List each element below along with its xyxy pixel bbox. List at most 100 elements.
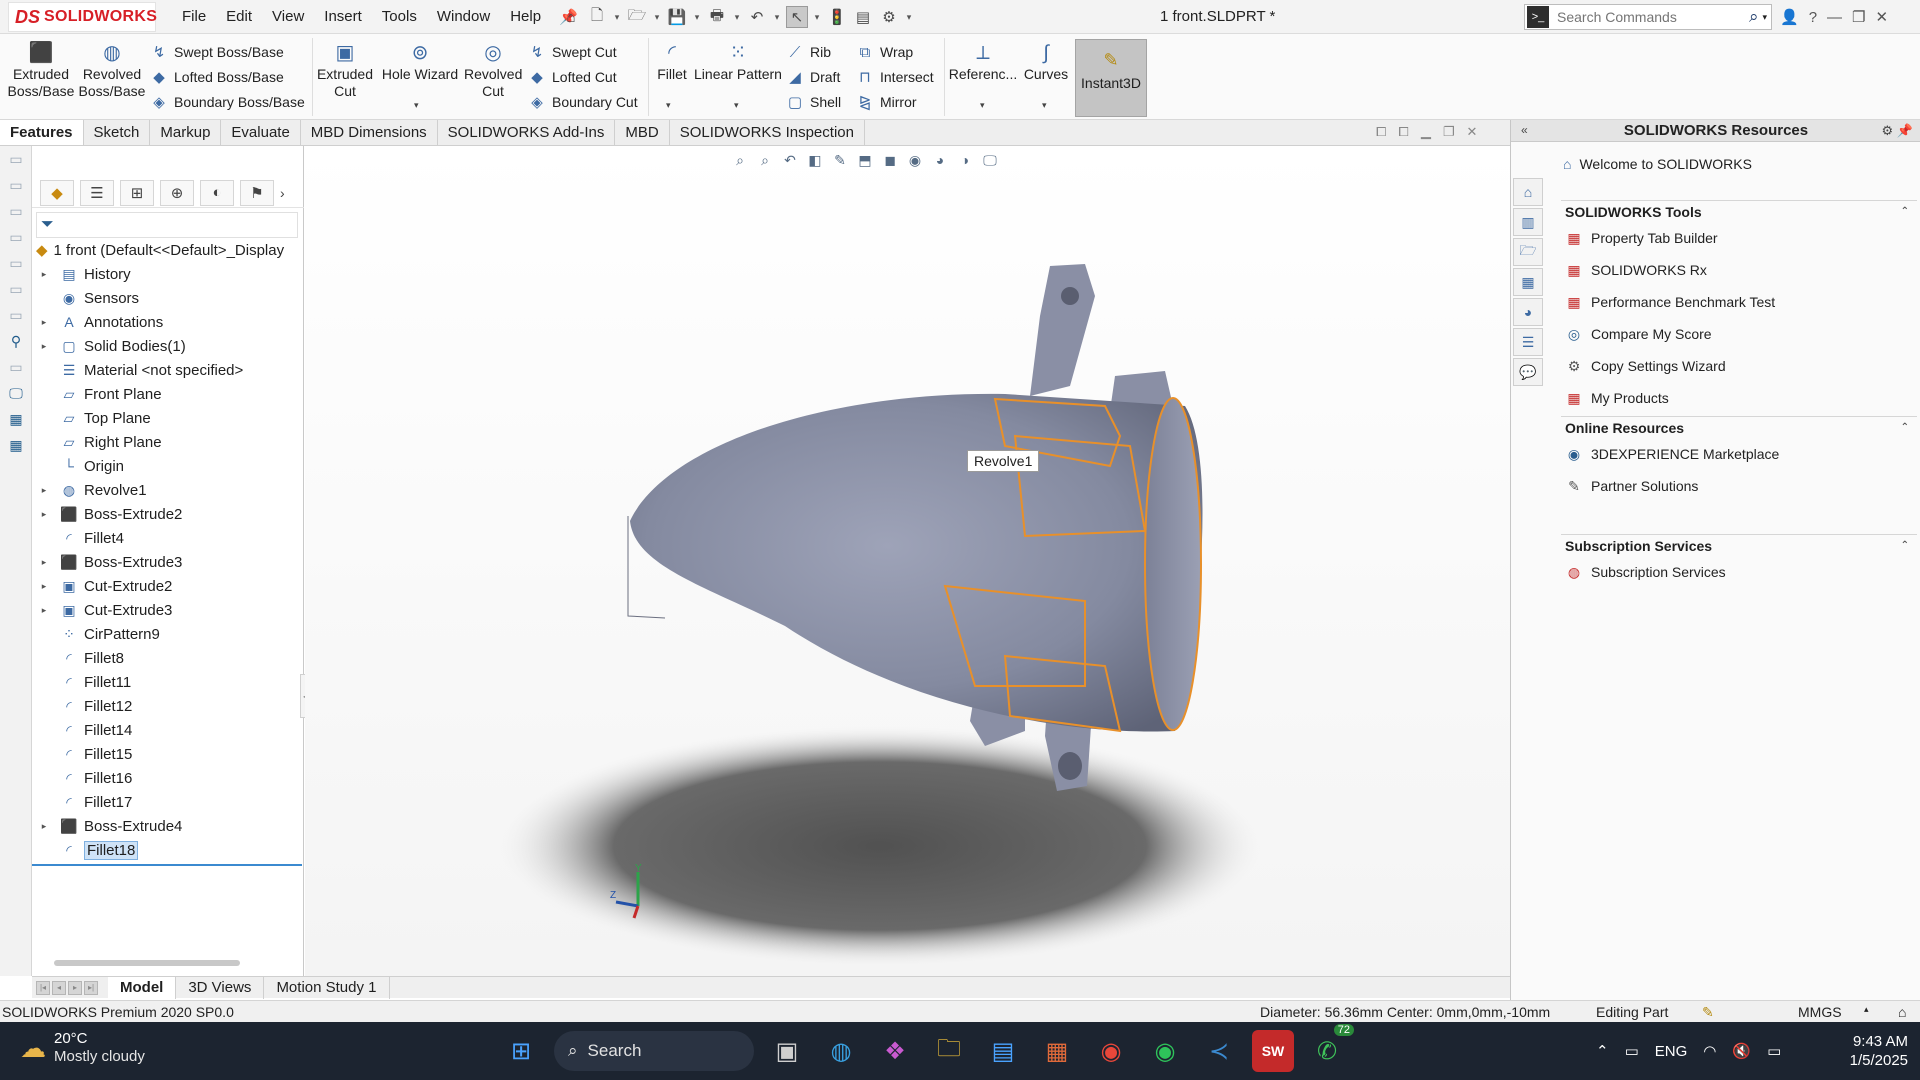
- user-icon[interactable]: 👤: [1780, 8, 1799, 26]
- strip-tool-icon[interactable]: ▭: [0, 198, 32, 224]
- horizontal-scrollbar[interactable]: [54, 960, 240, 966]
- tab-solidworks-addins[interactable]: SOLIDWORKS Add-Ins: [438, 120, 616, 145]
- undo-icon[interactable]: ↶: [746, 6, 768, 28]
- rollback-bar[interactable]: [32, 864, 302, 866]
- expand-arrow-icon[interactable]: ▸: [38, 485, 50, 496]
- chevron-up-icon[interactable]: ⌃: [1596, 1042, 1609, 1060]
- chevron-down-icon[interactable]: ▾: [612, 12, 622, 23]
- revolved-cut-button[interactable]: ◎ Revolved Cut: [464, 42, 522, 100]
- tab-markup[interactable]: Markup: [150, 120, 222, 145]
- close-icon[interactable]: ✕: [1875, 8, 1888, 26]
- options-gear-icon[interactable]: ⚙: [878, 6, 900, 28]
- select-pointer-icon[interactable]: ↖: [786, 6, 808, 28]
- strip-tool-icon[interactable]: ▭: [0, 276, 32, 302]
- wifi-icon[interactable]: ◠: [1703, 1042, 1716, 1060]
- menu-help[interactable]: Help: [500, 0, 551, 34]
- strip-tool-icon[interactable]: ▭: [0, 172, 32, 198]
- strip-tool-icon[interactable]: ⚲: [0, 328, 32, 354]
- panel-right-icon[interactable]: ⧠: [1398, 124, 1408, 140]
- feature-filter[interactable]: ⏷: [36, 212, 298, 238]
- graphics-area[interactable]: ⌕ ⌕ ↶ ◧ ✎ ⬒ ◼ ◉ ◕ ◑ 🖵 Revolve1 Y Z: [305, 146, 1510, 976]
- section-header[interactable]: Online Resources ⌃: [1561, 416, 1917, 438]
- swept-cut-button[interactable]: ↯ Swept Cut: [528, 41, 617, 63]
- lofted-boss-button[interactable]: ◆ Lofted Boss/Base: [150, 66, 284, 88]
- expand-arrow-icon[interactable]: ▸: [38, 581, 50, 592]
- rebuild-icon[interactable]: 🚦: [826, 6, 848, 28]
- cam-tab-icon[interactable]: ⚑: [240, 179, 274, 206]
- resources-home-icon[interactable]: ⌂: [1513, 178, 1543, 206]
- chevron-down-icon[interactable]: ▾: [1042, 100, 1047, 111]
- mirror-button[interactable]: ⧎ Mirror: [856, 91, 917, 113]
- chevron-down-icon[interactable]: ▾: [732, 12, 742, 23]
- notepad-icon[interactable]: ▤: [982, 1030, 1024, 1072]
- chevron-down-icon[interactable]: ▾: [692, 12, 702, 23]
- strip-tool-icon[interactable]: ▭: [0, 224, 32, 250]
- minimize-icon[interactable]: —: [1827, 9, 1842, 26]
- tab-model[interactable]: Model: [108, 976, 177, 999]
- open-folder-icon[interactable]: 🗁: [626, 6, 648, 28]
- resource-link[interactable]: ◍ Subscription Services: [1561, 556, 1917, 588]
- custom-properties-icon[interactable]: ☰: [1513, 328, 1543, 356]
- doc-restore-icon[interactable]: ❐: [1443, 124, 1455, 140]
- language-indicator[interactable]: ENG: [1655, 1043, 1688, 1060]
- forum-icon[interactable]: 💬: [1513, 358, 1543, 386]
- restore-icon[interactable]: ❐: [1852, 8, 1865, 26]
- chevron-down-icon[interactable]: ▾: [652, 12, 662, 23]
- tab-mbd-dimensions[interactable]: MBD Dimensions: [301, 120, 438, 145]
- intersect-button[interactable]: ⊓ Intersect: [856, 66, 934, 88]
- chevron-right-icon[interactable]: ›: [280, 185, 285, 201]
- expand-arrow-icon[interactable]: ▸: [38, 341, 50, 352]
- tab-3d-views[interactable]: 3D Views: [176, 976, 265, 999]
- weather-widget[interactable]: ☁ 20°C Mostly cloudy: [20, 1030, 145, 1066]
- expand-arrow-icon[interactable]: ▸: [38, 509, 50, 520]
- taskbar-search[interactable]: ⌕ Search: [554, 1031, 754, 1071]
- first-tab-icon[interactable]: |◂: [36, 980, 50, 995]
- tree-node[interactable]: ⁘ CirPattern9: [32, 622, 304, 646]
- file-explorer-icon[interactable]: 🗁: [1513, 238, 1543, 266]
- expand-arrow-icon[interactable]: ▸: [38, 269, 50, 280]
- wrap-button[interactable]: ⧉ Wrap: [856, 41, 914, 63]
- boundary-boss-button[interactable]: ◈ Boundary Boss/Base: [150, 91, 305, 113]
- shell-button[interactable]: ▢ Shell: [786, 91, 841, 113]
- search-icon[interactable]: ⌕: [1749, 7, 1763, 27]
- tree-node[interactable]: ◜ Fillet4: [32, 526, 304, 550]
- spotify-icon[interactable]: ◉: [1144, 1030, 1186, 1072]
- clipchamp-icon[interactable]: ▦: [1036, 1030, 1078, 1072]
- tree-node[interactable]: ◜ Fillet15: [32, 742, 304, 766]
- boundary-cut-button[interactable]: ◈ Boundary Cut: [528, 91, 637, 113]
- chevron-down-icon[interactable]: ▾: [666, 100, 671, 111]
- tree-node[interactable]: └ Origin: [32, 454, 304, 478]
- chevron-down-icon[interactable]: ▾: [904, 12, 914, 23]
- section-header[interactable]: Subscription Services ⌃: [1561, 534, 1917, 556]
- panel-left-icon[interactable]: ⧠: [1376, 124, 1386, 140]
- windows-start-icon[interactable]: ⊞: [500, 1030, 542, 1072]
- resource-link[interactable]: ⚙ Copy Settings Wizard: [1561, 350, 1917, 382]
- curves-button[interactable]: ∫ Curves: [1022, 42, 1070, 83]
- search-commands-input[interactable]: [1549, 9, 1749, 25]
- tree-node[interactable]: ▸ ⬛ Boss-Extrude4: [32, 814, 304, 838]
- tree-node[interactable]: ◜ Fillet16: [32, 766, 304, 790]
- expand-arrow-icon[interactable]: ▸: [38, 317, 50, 328]
- doc-close-icon[interactable]: ✕: [1466, 124, 1477, 140]
- edge-browser-icon[interactable]: ◍: [820, 1030, 862, 1072]
- chevron-down-icon[interactable]: ▾: [980, 100, 985, 111]
- tooltip-toggle-icon[interactable]: ⌂: [1898, 1004, 1906, 1020]
- task-view-icon[interactable]: ▣: [766, 1030, 808, 1072]
- menu-file[interactable]: File: [172, 0, 216, 34]
- solidworks-taskbar-icon[interactable]: SW: [1252, 1030, 1294, 1072]
- tree-node[interactable]: ▸ ▣ Cut-Extrude3: [32, 598, 304, 622]
- chevron-up-icon[interactable]: ▴: [1864, 1004, 1869, 1015]
- property-manager-tab-icon[interactable]: ☰: [80, 179, 114, 206]
- appearances-icon[interactable]: ◕: [1513, 298, 1543, 326]
- menu-view[interactable]: View: [262, 0, 314, 34]
- tree-node[interactable]: ▸ ⬛ Boss-Extrude2: [32, 502, 304, 526]
- section-header[interactable]: SOLIDWORKS Tools ⌃: [1561, 200, 1917, 222]
- strip-tool-icon[interactable]: ▭: [0, 354, 32, 380]
- expand-arrow-icon[interactable]: ▸: [38, 557, 50, 568]
- tree-node[interactable]: ◉ Sensors: [32, 286, 304, 310]
- resource-link[interactable]: ◎ Compare My Score: [1561, 318, 1917, 350]
- resource-link[interactable]: ◉ 3DEXPERIENCE Marketplace: [1561, 438, 1917, 470]
- prev-tab-icon[interactable]: ◂: [52, 980, 66, 995]
- extruded-cut-button[interactable]: ▣ Extruded Cut: [316, 42, 374, 100]
- strip-monitor-icon[interactable]: 🖵: [0, 380, 32, 406]
